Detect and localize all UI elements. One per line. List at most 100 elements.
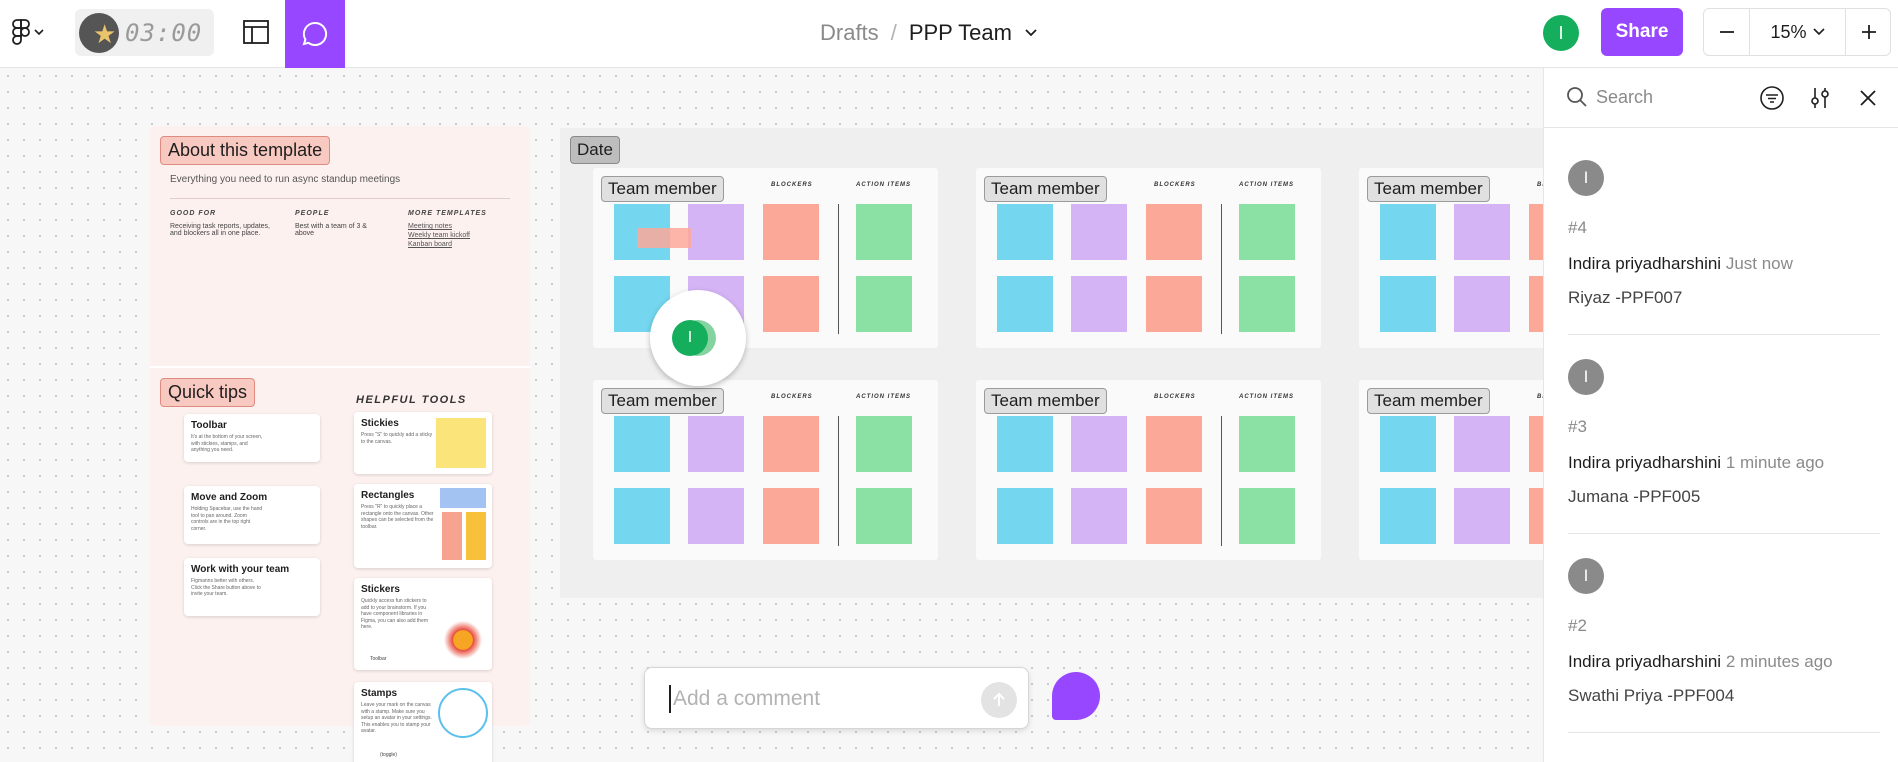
- sticky-note[interactable]: [1146, 276, 1202, 332]
- sticky-note[interactable]: [856, 204, 912, 260]
- sticky-note[interactable]: [1071, 416, 1127, 472]
- sticky-note[interactable]: [1380, 416, 1436, 472]
- sticky-note[interactable]: [1529, 416, 1543, 472]
- template-link[interactable]: Weekly team kickoff: [408, 232, 508, 239]
- divider: [1568, 533, 1880, 534]
- dragged-sticky[interactable]: [637, 228, 691, 248]
- comment-pin-marker[interactable]: [1052, 672, 1100, 720]
- sliders-icon: [1811, 88, 1829, 108]
- zoom-value: 15%: [1770, 21, 1807, 42]
- action-items-heading: ACTION ITEMS: [1239, 394, 1294, 400]
- chevron-down-icon[interactable]: [1024, 28, 1038, 38]
- sticky-note[interactable]: [1380, 488, 1436, 544]
- sticky-note[interactable]: [1529, 488, 1543, 544]
- layout-button[interactable]: [234, 12, 278, 52]
- canvas[interactable]: About this template Everything you need …: [0, 68, 1543, 762]
- comment-thread[interactable]: I #3 Indira priyadharshini 1 minute ago …: [1568, 359, 1880, 534]
- comment-thread[interactable]: I #4 Indira priyadharshini Just now Riya…: [1568, 160, 1880, 335]
- sticky-note[interactable]: [856, 416, 912, 472]
- comment-thread[interactable]: I #2 Indira priyadharshini 2 minutes ago…: [1568, 558, 1880, 733]
- sticky-note[interactable]: [1380, 276, 1436, 332]
- sticky-note[interactable]: [614, 488, 670, 544]
- user-avatar[interactable]: I: [1543, 15, 1579, 51]
- sticky-note[interactable]: [688, 488, 744, 544]
- collaborator-cursor-bubble[interactable]: I: [650, 290, 746, 386]
- sticky-note[interactable]: [856, 276, 912, 332]
- chevron-down-icon: [1812, 28, 1825, 36]
- template-link[interactable]: Kanban board: [408, 241, 508, 248]
- send-comment-button[interactable]: [981, 682, 1017, 718]
- sticky-note[interactable]: [1239, 488, 1295, 544]
- helpful-tools-heading: HELPFUL TOOLS: [356, 394, 467, 406]
- sticky-note[interactable]: [1239, 276, 1295, 332]
- timer-widget[interactable]: ★ 03:00: [75, 9, 214, 56]
- comment-number: #2: [1568, 616, 1587, 635]
- main-menu-button[interactable]: [4, 12, 52, 52]
- tool-card-rectangles: Rectangles Press "R" to quickly place a …: [354, 484, 492, 568]
- tip-desc: Holding Spacebar, use the hand tool to p…: [191, 506, 263, 532]
- sticky-note[interactable]: [763, 488, 819, 544]
- close-panel-button[interactable]: [1852, 82, 1884, 114]
- sticky-note[interactable]: [1380, 204, 1436, 260]
- team-member-frame[interactable]: Team member BLOCKERS ACTION ITEMS: [593, 168, 938, 348]
- tool-footer: Toolbar: [370, 656, 387, 662]
- share-button[interactable]: Share: [1601, 8, 1683, 56]
- blockers-heading: BLOCKERS: [1154, 394, 1196, 400]
- team-member-frame[interactable]: Team member BLOCKERS ACTION ITEMS: [976, 380, 1321, 560]
- sticky-note[interactable]: [1146, 416, 1202, 472]
- close-icon: [1860, 90, 1876, 106]
- filter-button[interactable]: [1756, 82, 1788, 114]
- comment-input[interactable]: [673, 682, 963, 716]
- sticky-note[interactable]: [856, 488, 912, 544]
- sticky-note[interactable]: [997, 416, 1053, 472]
- settings-button[interactable]: [1804, 82, 1836, 114]
- file-name[interactable]: PPP Team: [909, 20, 1012, 46]
- comment-meta: Indira priyadharshini 2 minutes ago: [1568, 652, 1880, 672]
- sticky-note[interactable]: [1146, 488, 1202, 544]
- people-text: Best with a team of 3 & above: [295, 223, 367, 237]
- sticky-note[interactable]: [997, 488, 1053, 544]
- tip-title: Work with your team: [191, 564, 290, 575]
- section-divider: [150, 366, 530, 368]
- sticky-note[interactable]: [614, 416, 670, 472]
- people-column: PEOPLE Best with a team of 3 & above: [295, 210, 375, 237]
- sticky-note[interactable]: [1071, 204, 1127, 260]
- sticky-note[interactable]: [1239, 204, 1295, 260]
- sticky-note[interactable]: [763, 276, 819, 332]
- sticky-note[interactable]: [763, 416, 819, 472]
- sticky-note[interactable]: [1454, 276, 1510, 332]
- sticky-note[interactable]: [688, 204, 744, 260]
- sticky-note[interactable]: [1454, 488, 1510, 544]
- team-member-label: Team member: [984, 388, 1107, 414]
- comment-tool-button[interactable]: [285, 0, 345, 68]
- sticky-note[interactable]: [1529, 204, 1543, 260]
- comments-search-input[interactable]: [1596, 82, 1746, 112]
- sticky-note[interactable]: [1529, 276, 1543, 332]
- divider: [170, 198, 510, 199]
- team-member-frame[interactable]: Team member BLOCKERS ACTION ITEMS: [1359, 168, 1543, 348]
- team-member-frame[interactable]: Team member BLOCKERS ACTION ITEMS: [1359, 380, 1543, 560]
- comment-composer[interactable]: [644, 667, 1029, 729]
- sticky-note[interactable]: [688, 416, 744, 472]
- sticky-note[interactable]: [1071, 488, 1127, 544]
- template-link[interactable]: Meeting notes: [408, 223, 508, 230]
- zoom-in-button[interactable]: [1846, 9, 1892, 55]
- filter-icon: [1760, 86, 1784, 110]
- sticky-note[interactable]: [997, 276, 1053, 332]
- team-member-frame[interactable]: Team member BLOCKERS ACTION ITEMS: [976, 168, 1321, 348]
- sticky-note[interactable]: [1454, 416, 1510, 472]
- comment-avatar: I: [1568, 558, 1604, 594]
- sticky-note[interactable]: [763, 204, 819, 260]
- sticky-note[interactable]: [1454, 204, 1510, 260]
- star-icon: ★: [93, 18, 117, 49]
- breadcrumb-drafts[interactable]: Drafts: [820, 20, 879, 46]
- zoom-dropdown[interactable]: 15%: [1750, 9, 1846, 55]
- zoom-out-button[interactable]: [1704, 9, 1750, 55]
- sticky-note[interactable]: [1239, 416, 1295, 472]
- sticky-note[interactable]: [1146, 204, 1202, 260]
- shape-preview: [466, 512, 486, 560]
- sticky-note[interactable]: [997, 204, 1053, 260]
- template-info-panel[interactable]: About this template Everything you need …: [150, 126, 530, 762]
- team-member-frame[interactable]: Team member BLOCKERS ACTION ITEMS: [593, 380, 938, 560]
- sticky-note[interactable]: [1071, 276, 1127, 332]
